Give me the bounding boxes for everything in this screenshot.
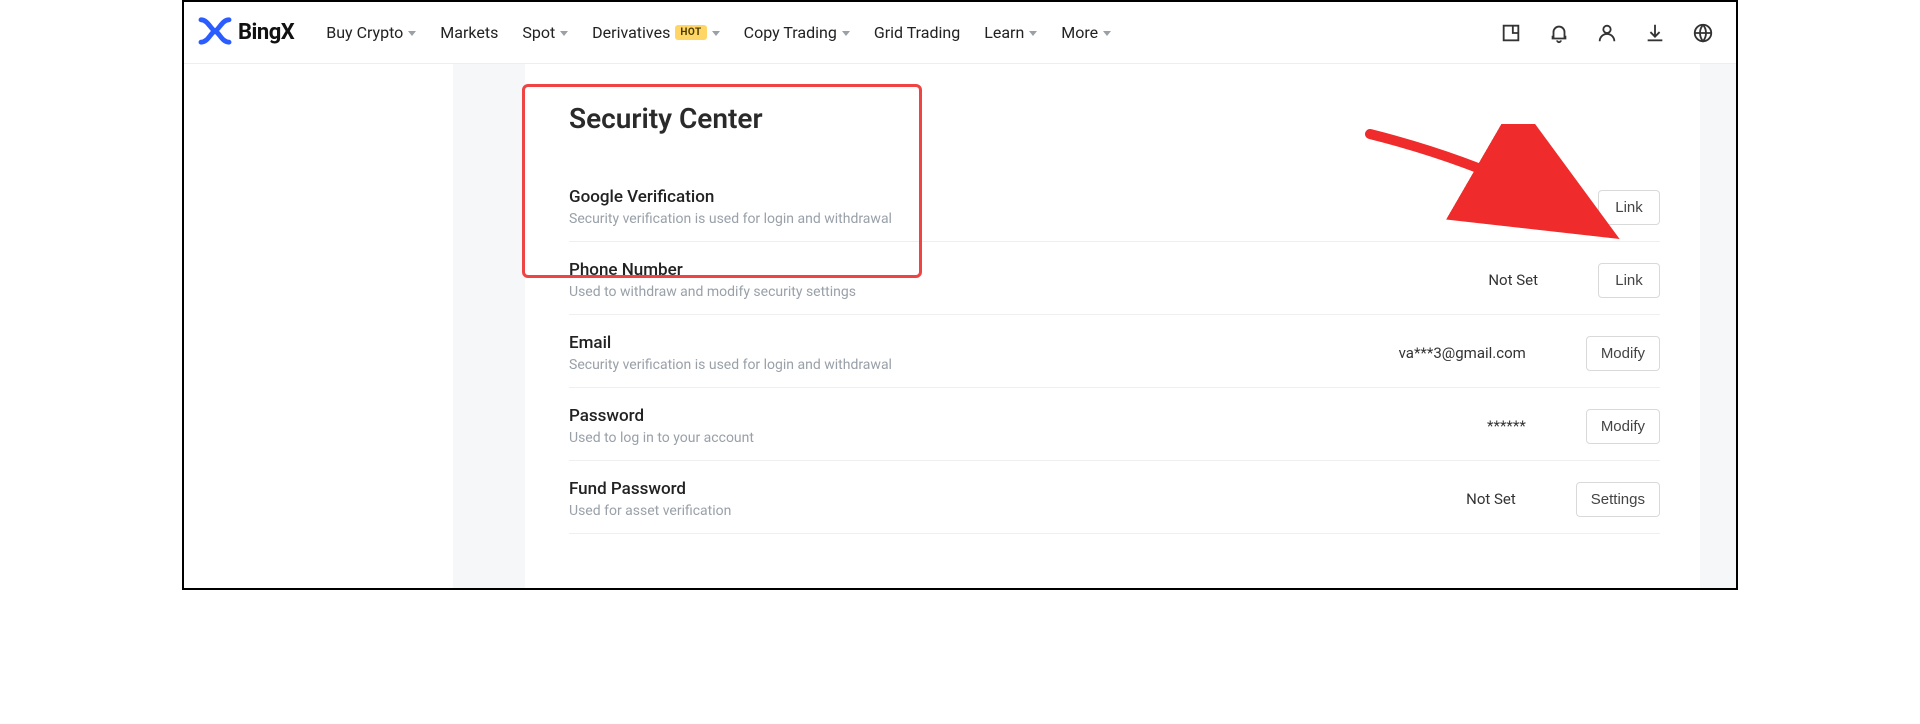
row-status: va***3@gmail.com	[1376, 344, 1526, 362]
download-icon[interactable]	[1644, 22, 1666, 44]
row-text: Phone Number Used to withdraw and modify…	[569, 260, 856, 300]
nav-label: Markets	[440, 23, 498, 42]
modify-button[interactable]: Modify	[1586, 336, 1660, 371]
bell-icon[interactable]	[1548, 22, 1570, 44]
main-menu: Buy Crypto Markets Spot Derivatives HOT …	[326, 23, 1111, 42]
globe-icon[interactable]	[1692, 22, 1714, 44]
row-desc: Security verification is used for login …	[569, 211, 892, 227]
main-panel: Security Center Google Verification Secu…	[525, 64, 1700, 588]
chevron-down-icon	[1029, 31, 1037, 36]
row-desc: Used to withdraw and modify security set…	[569, 284, 856, 300]
brand-mark-icon	[198, 17, 232, 49]
security-row-password: Password Used to log in to your account …	[569, 388, 1660, 461]
nav-learn[interactable]: Learn	[984, 23, 1037, 42]
app-frame: BingX Buy Crypto Markets Spot Derivative…	[182, 0, 1738, 590]
row-right: Not Set Link	[1388, 263, 1660, 298]
nav-spot[interactable]: Spot	[522, 23, 568, 42]
user-icon[interactable]	[1596, 22, 1618, 44]
chevron-down-icon	[408, 31, 416, 36]
nav-label: More	[1061, 23, 1098, 42]
nav-copy-trading[interactable]: Copy Trading	[744, 23, 850, 42]
page-title: Security Center	[569, 102, 1660, 135]
security-row-email: Email Security verification is used for …	[569, 315, 1660, 388]
chevron-down-icon	[1103, 31, 1111, 36]
chevron-down-icon	[842, 31, 850, 36]
row-desc: Used to log in to your account	[569, 430, 754, 446]
nav-label: Derivatives	[592, 23, 670, 42]
row-title: Password	[569, 406, 754, 426]
nav-label: Buy Crypto	[326, 23, 403, 42]
row-desc: Used for asset verification	[569, 503, 731, 519]
nav-label: Copy Trading	[744, 23, 837, 42]
chevron-down-icon	[560, 31, 568, 36]
modify-button[interactable]: Modify	[1586, 409, 1660, 444]
row-title: Google Verification	[569, 187, 892, 207]
sidebar-strip	[453, 64, 525, 588]
row-title: Fund Password	[569, 479, 731, 499]
row-right: ****** Modify	[1376, 409, 1660, 444]
left-gutter	[184, 64, 453, 588]
nav-more[interactable]: More	[1061, 23, 1111, 42]
security-row-phone-number: Phone Number Used to withdraw and modify…	[569, 242, 1660, 315]
nav-grid-trading[interactable]: Grid Trading	[874, 23, 960, 42]
right-strip	[1700, 64, 1736, 588]
link-button[interactable]: Link	[1598, 190, 1660, 225]
nav-icon-group	[1500, 22, 1714, 44]
row-text: Fund Password Used for asset verificatio…	[569, 479, 731, 519]
row-status: Not Set	[1388, 271, 1538, 289]
nav-label: Grid Trading	[874, 23, 960, 42]
brand-name: BingX	[238, 20, 294, 45]
hot-badge: HOT	[675, 25, 706, 40]
row-text: Password Used to log in to your account	[569, 406, 754, 446]
security-row-google-verification: Google Verification Security verificatio…	[569, 169, 1660, 242]
row-title: Email	[569, 333, 892, 353]
link-button[interactable]: Link	[1598, 263, 1660, 298]
row-title: Phone Number	[569, 260, 856, 280]
window-icon[interactable]	[1500, 22, 1522, 44]
row-text: Email Security verification is used for …	[569, 333, 892, 373]
body-area: Security Center Google Verification Secu…	[184, 64, 1736, 588]
row-text: Google Verification Security verificatio…	[569, 187, 892, 227]
nav-markets[interactable]: Markets	[440, 23, 498, 42]
security-row-fund-password: Fund Password Used for asset verificatio…	[569, 461, 1660, 534]
brand-logo[interactable]: BingX	[198, 17, 294, 49]
top-nav: BingX Buy Crypto Markets Spot Derivative…	[184, 2, 1736, 64]
row-right: Not Set Settings	[1366, 482, 1660, 517]
row-desc: Security verification is used for login …	[569, 357, 892, 373]
nav-label: Learn	[984, 23, 1024, 42]
nav-derivatives[interactable]: Derivatives HOT	[592, 23, 719, 42]
chevron-down-icon	[712, 31, 720, 36]
row-status: ******	[1376, 417, 1526, 435]
nav-buy-crypto[interactable]: Buy Crypto	[326, 23, 416, 42]
nav-label: Spot	[522, 23, 555, 42]
row-status: Not Set	[1388, 198, 1538, 216]
settings-button[interactable]: Settings	[1576, 482, 1660, 517]
row-status: Not Set	[1366, 490, 1516, 508]
row-right: va***3@gmail.com Modify	[1376, 336, 1660, 371]
row-right: Not Set Link	[1388, 190, 1660, 225]
